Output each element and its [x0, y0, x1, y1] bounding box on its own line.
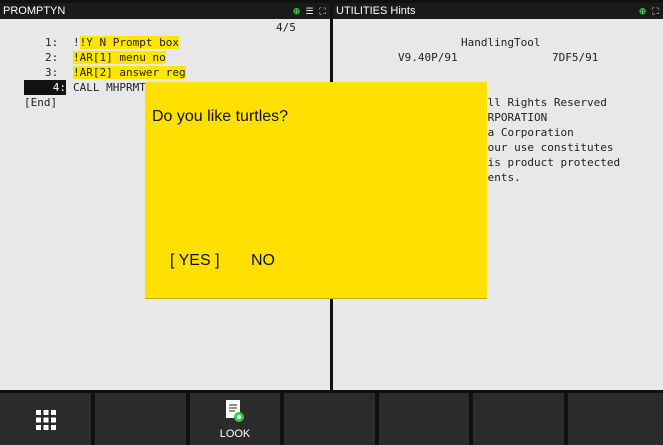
right-pane-title: UTILITIES Hints	[336, 5, 416, 17]
line-2-comment: !AR[1] menu no	[73, 51, 166, 64]
hint-line: his product protected	[481, 156, 621, 169]
right-pane-icons: ⊕ ⛶	[637, 3, 661, 19]
hint-line: ORPORATION	[481, 111, 548, 124]
look-icon	[226, 400, 244, 422]
left-pane-titlebar: PROMPTYN ⊕ ☰ ⛶	[0, 3, 330, 19]
softkey-2[interactable]	[95, 393, 186, 445]
yes-no-prompt-dialog: Do you like turtles? [ YES ] NO	[145, 82, 487, 299]
maximize-icon[interactable]: ⛶	[317, 6, 328, 17]
grid-menu-icon	[36, 410, 56, 430]
zoom-in-icon[interactable]: ⊕	[637, 6, 648, 17]
end-marker: [End]	[24, 96, 58, 109]
yes-button[interactable]: [ YES ]	[170, 252, 220, 270]
softkey-5[interactable]	[379, 393, 469, 445]
program-line-2-text[interactable]: !AR[1] menu no	[73, 50, 166, 65]
look-label: LOOK	[219, 428, 251, 440]
no-button[interactable]: NO	[251, 252, 275, 270]
prompt-question: Do you like turtles?	[152, 108, 289, 125]
menu-icon[interactable]: ☰	[304, 6, 315, 17]
left-pane-title: PROMPTYN	[3, 5, 66, 17]
softkey-6[interactable]	[473, 393, 564, 445]
program-line-4-number-cursor[interactable]: 4:	[24, 80, 66, 95]
softkey-4[interactable]	[284, 393, 375, 445]
software-version: V9.40P/91	[398, 51, 458, 64]
program-line-1-number[interactable]: 1:	[45, 35, 58, 50]
zoom-in-icon[interactable]: ⊕	[291, 6, 302, 17]
program-line-1-text[interactable]: !!Y N Prompt box	[73, 35, 179, 50]
hint-line: Your use constitutes	[481, 141, 614, 154]
left-pane-icons: ⊕ ☰ ⛶	[291, 3, 328, 19]
maximize-icon[interactable]: ⛶	[650, 6, 661, 17]
product-name: HandlingTool	[461, 36, 541, 49]
program-line-4-text[interactable]: CALL MHPRMT	[73, 80, 146, 95]
right-pane-titlebar: UTILITIES Hints ⊕ ⛶	[333, 3, 663, 19]
look-button[interactable]: LOOK	[190, 393, 280, 445]
program-line-3-number[interactable]: 3:	[45, 65, 58, 80]
program-line-2-number[interactable]: 2:	[45, 50, 58, 65]
hint-line: All Rights Reserved	[481, 96, 607, 109]
line-position-indicator: 4/5	[276, 21, 296, 34]
software-id: 7DF5/91	[552, 51, 599, 64]
line-1-comment: !Y N Prompt box	[79, 36, 179, 49]
softkey-7[interactable]	[568, 393, 663, 445]
softkey-bar: LOOK	[0, 393, 663, 445]
line-3-comment: !AR[2] answer reg	[73, 66, 186, 79]
hint-line: ca Corporation	[481, 126, 574, 139]
program-line-3-text[interactable]: !AR[2] answer reg	[73, 65, 186, 80]
grid-menu-button[interactable]	[0, 393, 91, 445]
